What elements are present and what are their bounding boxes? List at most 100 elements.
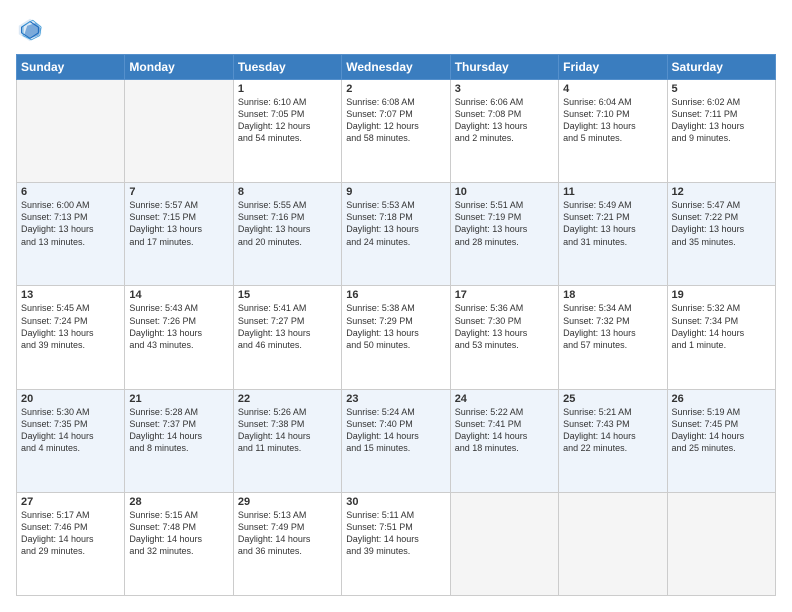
calendar-cell: 9Sunrise: 5:53 AM Sunset: 7:18 PM Daylig… [342,183,450,286]
logo [16,16,48,44]
calendar-header-tuesday: Tuesday [233,55,341,80]
day-info: Sunrise: 5:55 AM Sunset: 7:16 PM Dayligh… [238,199,337,248]
day-info: Sunrise: 5:30 AM Sunset: 7:35 PM Dayligh… [21,406,120,455]
day-number: 22 [238,393,337,405]
calendar-cell: 28Sunrise: 5:15 AM Sunset: 7:48 PM Dayli… [125,492,233,595]
day-number: 17 [455,289,554,301]
day-number: 23 [346,393,445,405]
calendar-cell: 27Sunrise: 5:17 AM Sunset: 7:46 PM Dayli… [17,492,125,595]
calendar-cell: 25Sunrise: 5:21 AM Sunset: 7:43 PM Dayli… [559,389,667,492]
day-info: Sunrise: 5:49 AM Sunset: 7:21 PM Dayligh… [563,199,662,248]
day-number: 27 [21,496,120,508]
day-info: Sunrise: 5:15 AM Sunset: 7:48 PM Dayligh… [129,509,228,558]
calendar-cell: 15Sunrise: 5:41 AM Sunset: 7:27 PM Dayli… [233,286,341,389]
day-number: 18 [563,289,662,301]
calendar-header-wednesday: Wednesday [342,55,450,80]
day-info: Sunrise: 5:38 AM Sunset: 7:29 PM Dayligh… [346,302,445,351]
calendar-cell: 19Sunrise: 5:32 AM Sunset: 7:34 PM Dayli… [667,286,775,389]
calendar-cell: 10Sunrise: 5:51 AM Sunset: 7:19 PM Dayli… [450,183,558,286]
calendar-cell [450,492,558,595]
day-number: 1 [238,83,337,95]
calendar-header-saturday: Saturday [667,55,775,80]
day-number: 6 [21,186,120,198]
day-info: Sunrise: 5:13 AM Sunset: 7:49 PM Dayligh… [238,509,337,558]
day-info: Sunrise: 5:41 AM Sunset: 7:27 PM Dayligh… [238,302,337,351]
calendar-header-thursday: Thursday [450,55,558,80]
day-info: Sunrise: 5:45 AM Sunset: 7:24 PM Dayligh… [21,302,120,351]
calendar-week-row: 1Sunrise: 6:10 AM Sunset: 7:05 PM Daylig… [17,80,776,183]
calendar-cell: 30Sunrise: 5:11 AM Sunset: 7:51 PM Dayli… [342,492,450,595]
day-info: Sunrise: 6:00 AM Sunset: 7:13 PM Dayligh… [21,199,120,248]
calendar-cell [125,80,233,183]
day-info: Sunrise: 6:02 AM Sunset: 7:11 PM Dayligh… [672,96,771,145]
day-number: 26 [672,393,771,405]
calendar-week-row: 20Sunrise: 5:30 AM Sunset: 7:35 PM Dayli… [17,389,776,492]
day-number: 9 [346,186,445,198]
day-number: 13 [21,289,120,301]
calendar-cell: 17Sunrise: 5:36 AM Sunset: 7:30 PM Dayli… [450,286,558,389]
calendar-cell: 7Sunrise: 5:57 AM Sunset: 7:15 PM Daylig… [125,183,233,286]
calendar-cell: 6Sunrise: 6:00 AM Sunset: 7:13 PM Daylig… [17,183,125,286]
day-info: Sunrise: 6:06 AM Sunset: 7:08 PM Dayligh… [455,96,554,145]
calendar-cell [667,492,775,595]
day-info: Sunrise: 5:19 AM Sunset: 7:45 PM Dayligh… [672,406,771,455]
day-info: Sunrise: 5:57 AM Sunset: 7:15 PM Dayligh… [129,199,228,248]
calendar-header-friday: Friday [559,55,667,80]
day-info: Sunrise: 6:04 AM Sunset: 7:10 PM Dayligh… [563,96,662,145]
calendar-week-row: 6Sunrise: 6:00 AM Sunset: 7:13 PM Daylig… [17,183,776,286]
calendar-cell: 3Sunrise: 6:06 AM Sunset: 7:08 PM Daylig… [450,80,558,183]
calendar-cell: 24Sunrise: 5:22 AM Sunset: 7:41 PM Dayli… [450,389,558,492]
day-info: Sunrise: 5:22 AM Sunset: 7:41 PM Dayligh… [455,406,554,455]
day-number: 12 [672,186,771,198]
day-number: 30 [346,496,445,508]
calendar-cell: 13Sunrise: 5:45 AM Sunset: 7:24 PM Dayli… [17,286,125,389]
day-info: Sunrise: 5:11 AM Sunset: 7:51 PM Dayligh… [346,509,445,558]
day-number: 24 [455,393,554,405]
calendar-cell: 14Sunrise: 5:43 AM Sunset: 7:26 PM Dayli… [125,286,233,389]
calendar-cell: 5Sunrise: 6:02 AM Sunset: 7:11 PM Daylig… [667,80,775,183]
day-number: 7 [129,186,228,198]
calendar-cell: 2Sunrise: 6:08 AM Sunset: 7:07 PM Daylig… [342,80,450,183]
day-number: 19 [672,289,771,301]
day-number: 3 [455,83,554,95]
calendar-table: SundayMondayTuesdayWednesdayThursdayFrid… [16,54,776,596]
day-number: 20 [21,393,120,405]
day-number: 14 [129,289,228,301]
calendar-header-row: SundayMondayTuesdayWednesdayThursdayFrid… [17,55,776,80]
calendar-week-row: 27Sunrise: 5:17 AM Sunset: 7:46 PM Dayli… [17,492,776,595]
day-number: 15 [238,289,337,301]
day-info: Sunrise: 5:32 AM Sunset: 7:34 PM Dayligh… [672,302,771,351]
calendar-week-row: 13Sunrise: 5:45 AM Sunset: 7:24 PM Dayli… [17,286,776,389]
day-info: Sunrise: 5:26 AM Sunset: 7:38 PM Dayligh… [238,406,337,455]
calendar-cell: 16Sunrise: 5:38 AM Sunset: 7:29 PM Dayli… [342,286,450,389]
calendar-header-monday: Monday [125,55,233,80]
calendar-cell: 29Sunrise: 5:13 AM Sunset: 7:49 PM Dayli… [233,492,341,595]
day-info: Sunrise: 5:36 AM Sunset: 7:30 PM Dayligh… [455,302,554,351]
calendar-cell: 23Sunrise: 5:24 AM Sunset: 7:40 PM Dayli… [342,389,450,492]
header [16,16,776,44]
day-info: Sunrise: 5:28 AM Sunset: 7:37 PM Dayligh… [129,406,228,455]
day-number: 11 [563,186,662,198]
day-info: Sunrise: 6:10 AM Sunset: 7:05 PM Dayligh… [238,96,337,145]
calendar-cell: 1Sunrise: 6:10 AM Sunset: 7:05 PM Daylig… [233,80,341,183]
calendar-cell: 8Sunrise: 5:55 AM Sunset: 7:16 PM Daylig… [233,183,341,286]
day-number: 29 [238,496,337,508]
calendar-cell: 18Sunrise: 5:34 AM Sunset: 7:32 PM Dayli… [559,286,667,389]
calendar-cell: 12Sunrise: 5:47 AM Sunset: 7:22 PM Dayli… [667,183,775,286]
calendar-cell: 26Sunrise: 5:19 AM Sunset: 7:45 PM Dayli… [667,389,775,492]
logo-icon [16,16,44,44]
calendar-cell [17,80,125,183]
day-info: Sunrise: 5:47 AM Sunset: 7:22 PM Dayligh… [672,199,771,248]
day-number: 2 [346,83,445,95]
day-info: Sunrise: 5:24 AM Sunset: 7:40 PM Dayligh… [346,406,445,455]
day-info: Sunrise: 5:17 AM Sunset: 7:46 PM Dayligh… [21,509,120,558]
day-info: Sunrise: 5:21 AM Sunset: 7:43 PM Dayligh… [563,406,662,455]
day-number: 4 [563,83,662,95]
day-info: Sunrise: 5:53 AM Sunset: 7:18 PM Dayligh… [346,199,445,248]
calendar-cell: 20Sunrise: 5:30 AM Sunset: 7:35 PM Dayli… [17,389,125,492]
day-info: Sunrise: 5:34 AM Sunset: 7:32 PM Dayligh… [563,302,662,351]
day-info: Sunrise: 5:51 AM Sunset: 7:19 PM Dayligh… [455,199,554,248]
calendar-header-sunday: Sunday [17,55,125,80]
calendar-cell: 22Sunrise: 5:26 AM Sunset: 7:38 PM Dayli… [233,389,341,492]
day-number: 21 [129,393,228,405]
